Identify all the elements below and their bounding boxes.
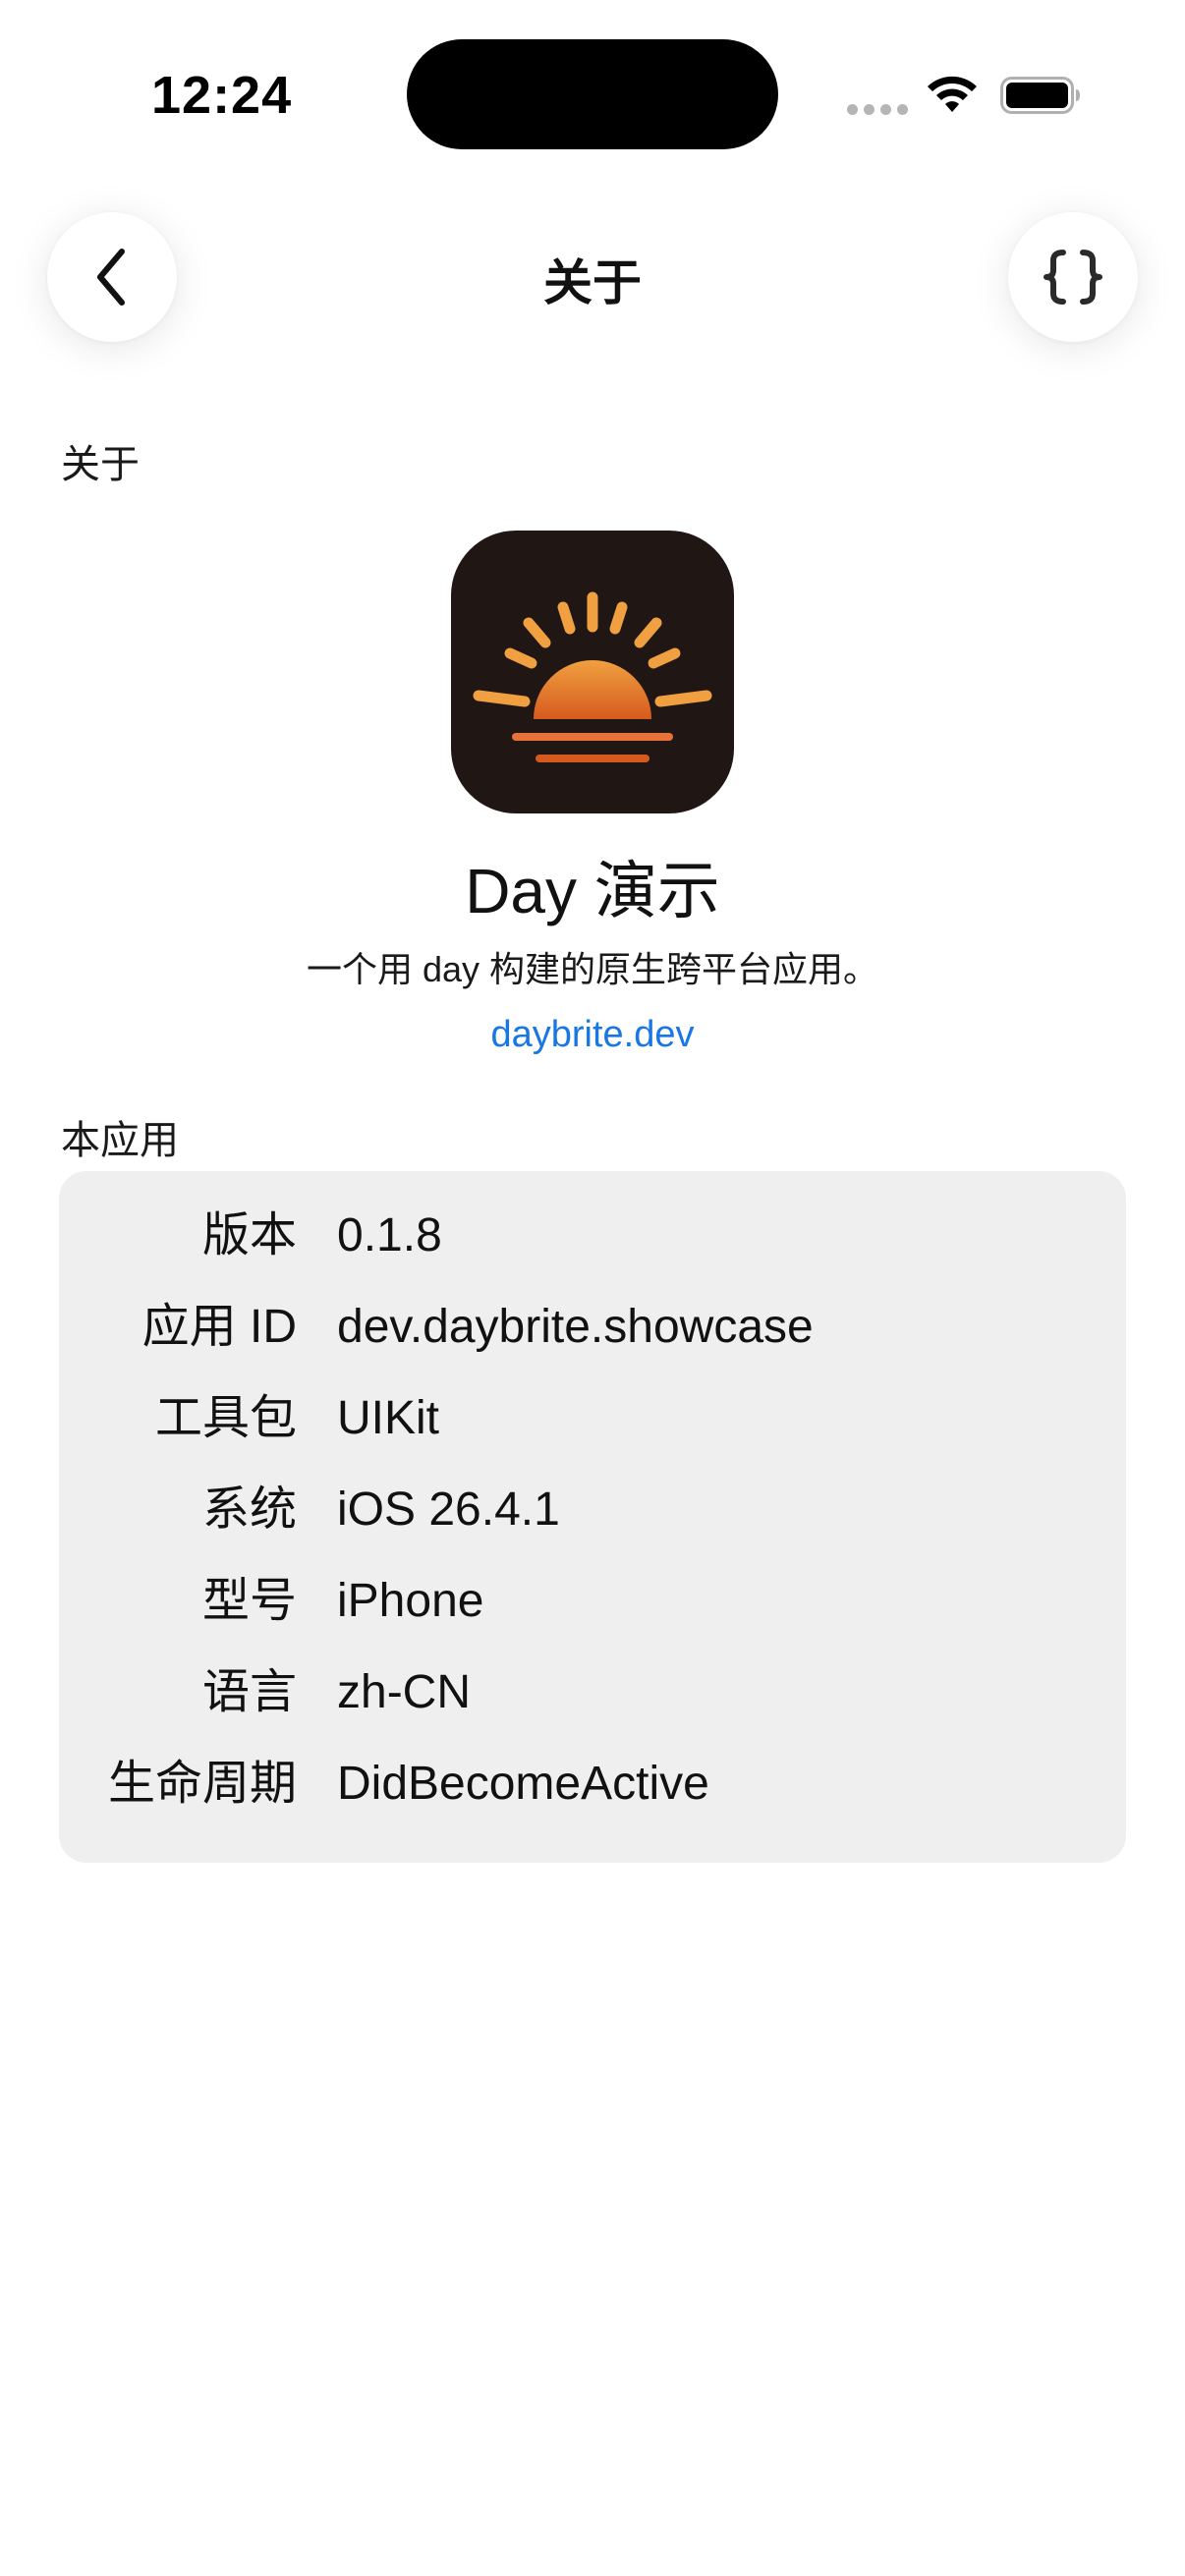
- info-key: 工具包: [154, 1392, 297, 1444]
- app-info-card: 版本 0.1.8 应用 ID dev.daybrite.showcase 工具包…: [59, 1171, 1126, 1863]
- info-value: 0.1.8: [337, 1209, 442, 1261]
- info-value: dev.daybrite.showcase: [337, 1301, 814, 1353]
- code-view-button[interactable]: [1008, 212, 1138, 342]
- info-row-lifecycle: 生命周期 DidBecomeActive: [59, 1745, 1126, 1823]
- info-key: 型号: [201, 1575, 297, 1627]
- section-label-app-info: 本应用: [61, 1119, 179, 1162]
- info-row-toolkit: 工具包 UIKit: [59, 1379, 1126, 1458]
- app-description: 一个用 day 构建的原生跨平台应用。: [306, 949, 879, 989]
- info-value: DidBecomeActive: [337, 1758, 709, 1810]
- dynamic-island: [407, 39, 778, 149]
- app-icon: [451, 531, 734, 813]
- info-value: zh-CN: [337, 1666, 472, 1718]
- info-value: iOS 26.4.1: [337, 1484, 560, 1536]
- info-key: 系统: [201, 1484, 297, 1536]
- status-time: 12:24: [151, 66, 293, 125]
- info-key: 生命周期: [107, 1758, 297, 1810]
- cellular-signal-icon: [847, 104, 908, 118]
- app-name: Day 演示: [465, 856, 720, 926]
- wifi-icon: [928, 76, 977, 112]
- sunrise-icon: [473, 591, 712, 762]
- website-link[interactable]: daybrite.dev: [0, 1014, 1185, 1056]
- info-row-app-id: 应用 ID dev.daybrite.showcase: [59, 1288, 1126, 1367]
- info-row-version: 版本 0.1.8: [59, 1197, 1126, 1275]
- info-key: 应用 ID: [141, 1301, 297, 1353]
- info-row-model: 型号 iPhone: [59, 1562, 1126, 1641]
- info-value: UIKit: [337, 1392, 440, 1444]
- info-key: 版本: [201, 1209, 297, 1261]
- battery-icon: [1000, 77, 1080, 114]
- section-label-about: 关于: [61, 443, 140, 486]
- curly-braces-icon: [1044, 250, 1102, 305]
- info-row-system: 系统 iOS 26.4.1: [59, 1471, 1126, 1549]
- info-value: iPhone: [337, 1575, 484, 1627]
- status-bar: 12:24: [0, 0, 1185, 187]
- info-row-language: 语言 zh-CN: [59, 1653, 1126, 1732]
- info-key: 语言: [201, 1666, 297, 1718]
